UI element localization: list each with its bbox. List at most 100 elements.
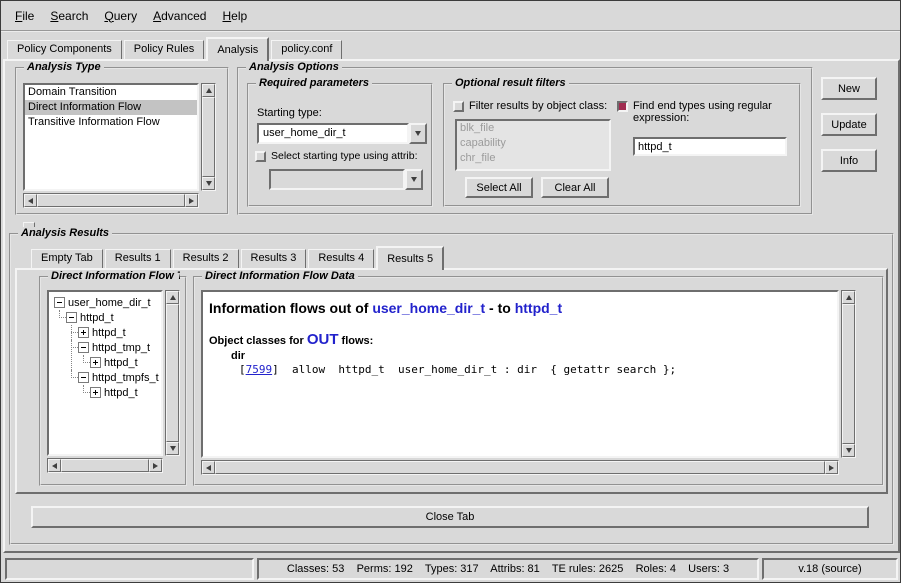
optional-filters-frame: Optional result filters Filter results b… (443, 83, 801, 207)
results-tab-2[interactable]: Results 2 (173, 249, 239, 268)
regex-checkbox[interactable] (617, 101, 628, 112)
right-arrow-icon (189, 198, 194, 204)
scroll-left-button[interactable] (202, 461, 215, 474)
tree-node-label[interactable]: httpd_tmpfs_t (92, 372, 159, 384)
status-stats: Classes: 53 Perms: 192 Types: 317 Attrib… (257, 558, 759, 580)
scroll-up-button[interactable] (202, 84, 215, 97)
tree-node: httpd_t httpd_t (66, 310, 161, 400)
analysis-type-vscrollbar[interactable] (201, 83, 216, 191)
analysis-type-hscrollbar[interactable] (23, 193, 199, 208)
tree-collapse-icon[interactable] (78, 372, 89, 383)
scroll-up-button[interactable] (166, 291, 179, 304)
attrib-checkbox[interactable] (255, 151, 266, 162)
object-class-filter-checkbox[interactable] (453, 101, 464, 112)
listbox-item-transitive-information-flow[interactable]: Transitive Information Flow (25, 115, 197, 130)
menu-query[interactable]: Query (96, 6, 145, 26)
info-button[interactable]: Info (821, 149, 877, 172)
analysis-type-title: Analysis Type (24, 61, 104, 73)
tree-node: httpd_tmpfs_t httpd_t (78, 370, 161, 400)
object-class-item: blk_file (457, 121, 609, 136)
tree-expand-icon[interactable] (90, 387, 101, 398)
scroll-thumb[interactable] (37, 194, 185, 207)
required-parameters-title: Required parameters (256, 77, 372, 89)
menu-file[interactable]: File (7, 6, 42, 26)
flow-header-prefix: Information flows out of (209, 300, 372, 316)
starting-type-combobox[interactable]: user_home_dir_t (257, 123, 427, 144)
tree-node: httpd_tmp_t httpd_t (78, 340, 161, 370)
update-button[interactable]: Update (821, 113, 877, 136)
scroll-thumb[interactable] (215, 461, 825, 474)
menu-help[interactable]: Help (214, 6, 255, 26)
results-tab-3[interactable]: Results 3 (241, 249, 307, 268)
data-hscrollbar[interactable] (201, 460, 839, 475)
rule-number-link[interactable]: 7599 (246, 363, 273, 376)
tree-hscrollbar[interactable] (47, 458, 163, 473)
tree-node-label[interactable]: httpd_t (104, 357, 138, 369)
scroll-thumb[interactable] (166, 304, 179, 442)
tree-expand-icon[interactable] (78, 327, 89, 338)
flow-tree-frame: Direct Information Flow T user_home_dir_… (39, 276, 187, 486)
apol-window: File Search Query Advanced Help Policy C… (0, 0, 901, 583)
scroll-down-button[interactable] (842, 444, 855, 457)
tab-analysis[interactable]: Analysis (206, 37, 269, 61)
chevron-down-icon (415, 131, 421, 136)
new-button[interactable]: New (821, 77, 877, 100)
results-tab-empty[interactable]: Empty Tab (31, 249, 103, 268)
scroll-left-button[interactable] (48, 459, 61, 472)
data-vscrollbar[interactable] (841, 290, 856, 458)
listbox-item-domain-transition[interactable]: Domain Transition (25, 85, 197, 100)
starting-type-value[interactable]: user_home_dir_t (257, 123, 409, 144)
scroll-thumb[interactable] (202, 97, 215, 177)
required-parameters-frame: Required parameters Starting type: user_… (247, 83, 433, 207)
select-all-button[interactable]: Select All (465, 177, 533, 198)
clear-all-button[interactable]: Clear All (541, 177, 609, 198)
regex-checkbox-row: Find end types using regular expression: (617, 100, 795, 124)
tree-expand-icon[interactable] (90, 357, 101, 368)
listbox-item-direct-information-flow[interactable]: Direct Information Flow (25, 100, 197, 115)
close-tab-button[interactable]: Close Tab (31, 506, 869, 528)
tree-vscrollbar[interactable] (165, 290, 180, 456)
scroll-thumb[interactable] (61, 459, 149, 472)
tree-collapse-icon[interactable] (54, 297, 65, 308)
scroll-left-button[interactable] (24, 194, 37, 207)
tree-node-label[interactable]: httpd_t (104, 387, 138, 399)
tree-node-label[interactable]: httpd_t (80, 312, 114, 324)
tree-collapse-icon[interactable] (66, 312, 77, 323)
tree-node-label[interactable]: httpd_t (92, 327, 126, 339)
menu-search[interactable]: Search (42, 6, 96, 26)
results-tab-4[interactable]: Results 4 (308, 249, 374, 268)
scroll-up-button[interactable] (842, 291, 855, 304)
analysis-page: Analysis Type Domain Transition Direct I… (3, 59, 900, 553)
scroll-down-button[interactable] (202, 177, 215, 190)
tab-policy-components[interactable]: Policy Components (7, 40, 122, 59)
flow-direction: OUT (307, 331, 339, 348)
scroll-right-button[interactable] (825, 461, 838, 474)
left-arrow-icon (52, 463, 57, 469)
menubar: File Search Query Advanced Help (1, 1, 900, 32)
object-class-filter-row: Filter results by object class: (453, 100, 618, 112)
scroll-thumb[interactable] (842, 304, 855, 444)
results-tab-5[interactable]: Results 5 (376, 246, 444, 270)
combobox-dropdown-button (405, 169, 423, 190)
scroll-down-button[interactable] (166, 442, 179, 455)
object-class-name: dir (231, 350, 831, 362)
flow-data-title: Direct Information Flow Data (202, 270, 358, 282)
object-class-filter-label: Filter results by object class: (469, 100, 607, 112)
tree-collapse-icon[interactable] (78, 342, 89, 353)
tree-node-label[interactable]: httpd_tmp_t (92, 342, 150, 354)
menu-advanced[interactable]: Advanced (145, 6, 214, 26)
regex-input[interactable] (633, 137, 787, 156)
rule-bracket: [ (239, 363, 246, 376)
rule-text: allow httpd_t user_home_dir_t : dir { ge… (279, 363, 676, 376)
scroll-right-button[interactable] (185, 194, 198, 207)
regex-checkbox-label: Find end types using regular expression: (633, 100, 795, 124)
results-notebook-page: Direct Information Flow T user_home_dir_… (15, 268, 888, 494)
tab-policy-conf[interactable]: policy.conf (271, 40, 342, 59)
right-arrow-icon (153, 463, 158, 469)
tree-node-label[interactable]: user_home_dir_t (68, 297, 151, 309)
object-class-listbox: blk_file capability chr_file (455, 119, 611, 171)
tab-policy-rules[interactable]: Policy Rules (124, 40, 205, 59)
scroll-right-button[interactable] (149, 459, 162, 472)
combobox-dropdown-button[interactable] (409, 123, 427, 144)
results-tab-1[interactable]: Results 1 (105, 249, 171, 268)
